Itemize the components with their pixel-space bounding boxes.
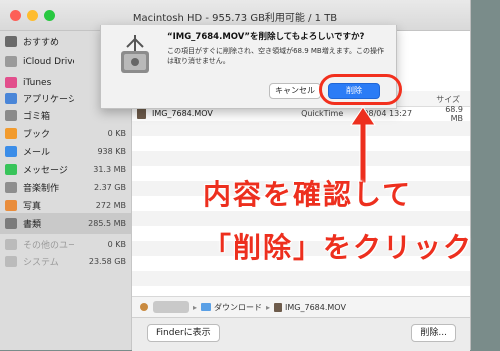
path-bar: ▸ ダウンロード ▸ IMG_7684.MOV [132,296,470,317]
size-column-header[interactable]: サイズ [436,94,460,105]
sidebar-item-label: アプリケーション [23,95,74,105]
highlight-ring [319,74,402,105]
guitar-icon [5,182,17,193]
movie-file-icon [274,302,283,312]
mail-icon [5,146,17,157]
sidebar-item-size: 938 KB [97,147,126,156]
sidebar-item-label: iCloud Drive [23,56,74,67]
sidebar-item-label: iTunes [23,77,52,88]
movie-file-icon [137,108,146,119]
window-title: Macintosh HD - 955.73 GB利用可能 / 1 TB [132,13,338,24]
list-stripe [132,136,470,151]
apps-icon [5,93,17,104]
sidebar-item-label: おすすめ [23,38,60,48]
sidebar-item-label: 写真 [23,202,42,212]
path-segment-file[interactable]: IMG_7684.MOV [285,303,346,312]
sidebar-item-label: メッセージ [23,166,68,176]
cancel-button[interactable]: キャンセル [269,83,321,99]
path-separator-icon: ▸ [266,302,271,312]
sidebar-item-size: 0 KB [107,240,126,249]
sidebar-item-label: メール [23,148,51,158]
sidebar-item-size: 285.5 MB [88,219,126,228]
list-stripe [132,121,470,136]
annotation-line-2: 「削除」をクリック [203,231,474,264]
photos-icon [5,200,17,211]
sidebar-item[interactable]: システム 23.58 GB [0,251,131,272]
sidebar-item-label: ブック [23,130,51,140]
music-note-icon [5,77,17,88]
dialog-message: この項目がすぐに削除され、空き領域が68.9 MB増えます。この操作は取り消せま… [167,47,385,65]
sidebar-item-label: 書類 [23,220,42,230]
sidebar-item-size: 23.58 GB [88,257,126,266]
sidebar-item-size: 2.37 GB [93,183,126,192]
downloads-folder-icon [201,303,212,311]
storage-tool-icon [121,35,149,73]
message-icon [5,164,17,175]
path-segment-downloads[interactable]: ダウンロード [214,302,262,313]
list-stripe [132,271,470,286]
list-stripe [132,211,470,226]
redacted-user-name [153,301,189,313]
annotation-line-1: 内容を確認して [203,178,413,211]
file-name: IMG_7684.MOV [151,109,213,118]
trash-icon [5,110,17,121]
footer-bar: Finderに表示 削除... [132,317,470,351]
user-avatar-icon [140,303,148,311]
list-stripe [132,151,470,166]
sidebar-item[interactable]: 書類 285.5 MB [0,213,131,234]
show-in-finder-button[interactable]: Finderに表示 [147,324,220,342]
dialog-title: “IMG_7684.MOV”を削除してもよろしいですか? [167,32,365,42]
book-icon [5,128,17,139]
sidebar-item-size: 31.3 MB [93,165,126,174]
lightbulb-icon [5,36,17,47]
system-icon [5,256,17,267]
footer-delete-button[interactable]: 削除... [411,324,456,342]
sidebar-item-label: その他のユーザ [23,241,74,251]
sidebar-item-label: システム [23,258,59,268]
file-size: 68.9 MB [445,104,464,123]
cloud-icon [5,56,17,67]
sidebar-item-size: 272 MB [95,201,126,210]
sidebar-item-label: 音楽制作 [23,184,60,194]
document-icon [5,218,17,229]
sidebar-item-size: 0 KB [107,129,126,138]
path-separator-icon: ▸ [193,302,198,312]
sidebar-item-label: ゴミ箱 [23,112,51,122]
users-icon [5,239,17,250]
